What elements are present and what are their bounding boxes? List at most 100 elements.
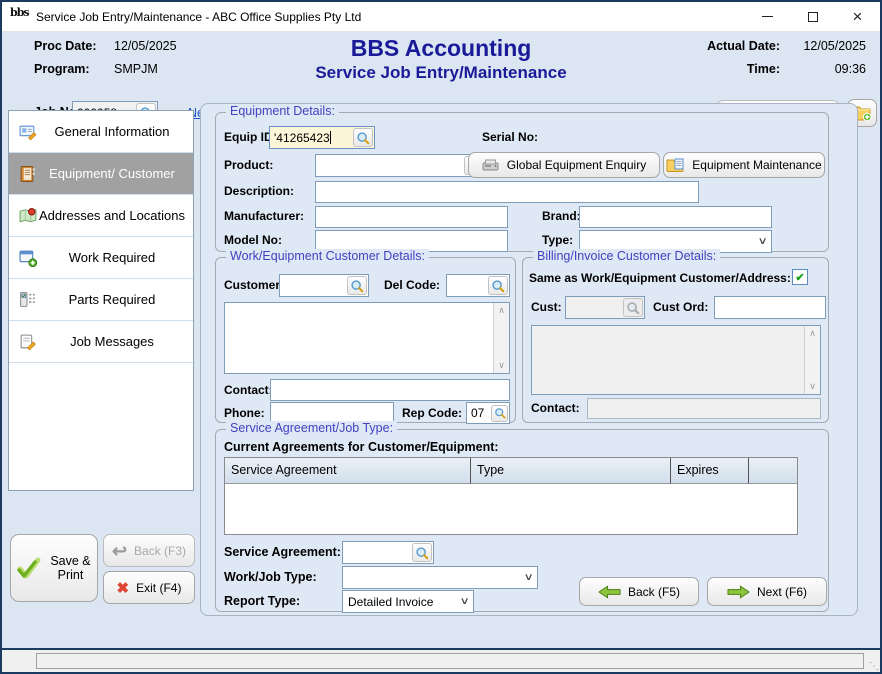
- global-equipment-enquiry-button[interactable]: Global Equipment Enquiry: [468, 152, 660, 178]
- agreements-table: Service Agreement Type Expires: [224, 457, 798, 535]
- same-as-label: Same as Work/Equipment Customer/Address:: [529, 271, 791, 285]
- billing-customer-legend: Billing/Invoice Customer Details:: [533, 249, 720, 263]
- column-header-type[interactable]: Type: [471, 458, 671, 484]
- work-customer-legend: Work/Equipment Customer Details:: [226, 249, 429, 263]
- manufacturer-input[interactable]: [315, 206, 508, 228]
- description-input[interactable]: [315, 181, 699, 203]
- scrollbar[interactable]: ∧ ∨: [493, 303, 509, 373]
- agreements-table-body[interactable]: [225, 484, 797, 534]
- exit-f4-label: Exit (F4): [136, 581, 181, 595]
- address-book-icon: [19, 165, 37, 183]
- same-as-checkbox[interactable]: ✔: [792, 269, 808, 285]
- column-header-service-agreement[interactable]: Service Agreement: [225, 458, 471, 484]
- description-label: Description:: [224, 184, 294, 198]
- del-code-label: Del Code:: [384, 278, 440, 292]
- service-agreement-lookup-button[interactable]: [412, 543, 432, 562]
- title-bar: bbs Service Job Entry/Maintenance - ABC …: [2, 2, 880, 32]
- chevron-down-icon: ∨: [523, 572, 533, 583]
- chevron-down-icon: ∨: [757, 236, 767, 247]
- customer-label: Customer:: [224, 278, 284, 292]
- checklist-icon: [19, 291, 37, 309]
- sidebar: General Information Equipment/ Customer …: [8, 110, 194, 491]
- scroll-up-icon: ∧: [809, 326, 816, 341]
- billing-customer-fieldset: Billing/Invoice Customer Details: Same a…: [522, 257, 829, 423]
- report-type-label: Report Type:: [224, 594, 300, 608]
- search-icon: [356, 131, 370, 145]
- product-field[interactable]: [315, 154, 486, 177]
- billing-address-textarea: ∧ ∨: [531, 325, 821, 395]
- sidebar-item-general-information[interactable]: General Information: [9, 111, 193, 153]
- note-pencil-icon: [19, 333, 37, 351]
- scroll-down-icon[interactable]: ∨: [498, 358, 505, 373]
- maximize-icon: [808, 12, 818, 22]
- equipment-details-legend: Equipment Details:: [226, 104, 339, 118]
- red-x-icon: ✖: [117, 579, 130, 597]
- equip-id-lookup-button[interactable]: [353, 128, 373, 147]
- save-and-print-button[interactable]: Save & Print: [10, 534, 98, 602]
- rep-code-label: Rep Code:: [402, 406, 462, 420]
- search-icon: [415, 546, 429, 560]
- back-f3-label: Back (F3): [134, 544, 186, 558]
- close-icon: ×: [853, 8, 863, 25]
- time-label: Time:: [707, 62, 780, 76]
- resize-grip[interactable]: ⋱: [869, 661, 879, 672]
- save-and-print-label: Save & Print: [49, 554, 93, 582]
- actual-date-value: 12/05/2025: [788, 39, 866, 53]
- work-customer-address-textarea[interactable]: ∧ ∨: [224, 302, 510, 374]
- sidebar-item-equipment-customer[interactable]: Equipment/ Customer: [9, 153, 193, 195]
- global-equipment-enquiry-label: Global Equipment Enquiry: [507, 158, 646, 172]
- equip-id-field[interactable]: '41265423: [269, 126, 375, 149]
- del-code-lookup-button[interactable]: [488, 276, 508, 295]
- text-caret: [330, 131, 331, 144]
- scroll-up-icon[interactable]: ∧: [498, 303, 505, 318]
- del-code-field[interactable]: [446, 274, 510, 297]
- application-window: bbs Service Job Entry/Maintenance - ABC …: [0, 0, 882, 674]
- current-agreements-label: Current Agreements for Customer/Equipmen…: [224, 440, 499, 454]
- minimize-icon: [762, 16, 773, 17]
- service-agreement-label: Service Agreement:: [224, 545, 341, 559]
- sidebar-item-parts-required[interactable]: Parts Required: [9, 279, 193, 321]
- scrollbar: ∧ ∨: [804, 326, 820, 394]
- serial-no-label: Serial No:: [482, 130, 538, 144]
- bbs-logo-icon: bbs: [10, 7, 30, 27]
- equipment-maintenance-button[interactable]: Equipment Maintenance: [663, 152, 825, 178]
- exit-f4-button[interactable]: ✖ Exit (F4): [103, 571, 195, 604]
- sidebar-item-job-messages[interactable]: Job Messages: [9, 321, 193, 363]
- rep-code-field[interactable]: 07: [466, 402, 510, 424]
- search-icon: [494, 407, 506, 419]
- billing-contact-input: [587, 398, 821, 419]
- work-contact-input[interactable]: [270, 379, 510, 401]
- back-f5-label: Back (F5): [628, 585, 680, 599]
- type-label: Type:: [542, 233, 573, 247]
- manufacturer-label: Manufacturer:: [224, 209, 304, 223]
- minimize-button[interactable]: [745, 2, 790, 31]
- id-card-edit-icon: [19, 123, 37, 141]
- search-icon: [491, 279, 505, 293]
- maximize-button[interactable]: [790, 2, 835, 31]
- customer-field[interactable]: [279, 274, 369, 297]
- cust-label: Cust:: [531, 300, 562, 314]
- close-button[interactable]: ×: [835, 2, 880, 31]
- cust-ord-input[interactable]: [714, 296, 826, 319]
- actual-date-label: Actual Date:: [707, 39, 780, 53]
- next-f6-button[interactable]: Next (F6): [707, 577, 827, 606]
- back-f5-button[interactable]: Back (F5): [579, 577, 699, 606]
- customer-lookup-button[interactable]: [347, 276, 367, 295]
- search-icon: [350, 279, 364, 293]
- work-customer-fieldset: Work/Equipment Customer Details: Custome…: [215, 257, 516, 423]
- status-message-box: [36, 653, 864, 669]
- sidebar-item-work-required[interactable]: Work Required: [9, 237, 193, 279]
- cust-lookup-button: [623, 298, 643, 317]
- work-contact-label: Contact:: [224, 383, 273, 397]
- brand-label: Brand:: [542, 209, 581, 223]
- sidebar-item-addresses-locations[interactable]: Addresses and Locations: [9, 195, 193, 237]
- brand-input[interactable]: [579, 206, 772, 228]
- work-job-type-select[interactable]: ∨: [342, 566, 538, 589]
- column-header-expires[interactable]: Expires: [671, 458, 749, 484]
- report-type-select[interactable]: Detailed Invoice ∨: [342, 590, 474, 613]
- phone-label: Phone:: [224, 406, 265, 420]
- model-no-label: Model No:: [224, 233, 282, 247]
- rep-code-lookup-button[interactable]: [491, 405, 508, 422]
- service-agreement-field[interactable]: [342, 541, 434, 564]
- header: Proc Date: 12/05/2025 Program: SMPJM BBS…: [2, 33, 880, 95]
